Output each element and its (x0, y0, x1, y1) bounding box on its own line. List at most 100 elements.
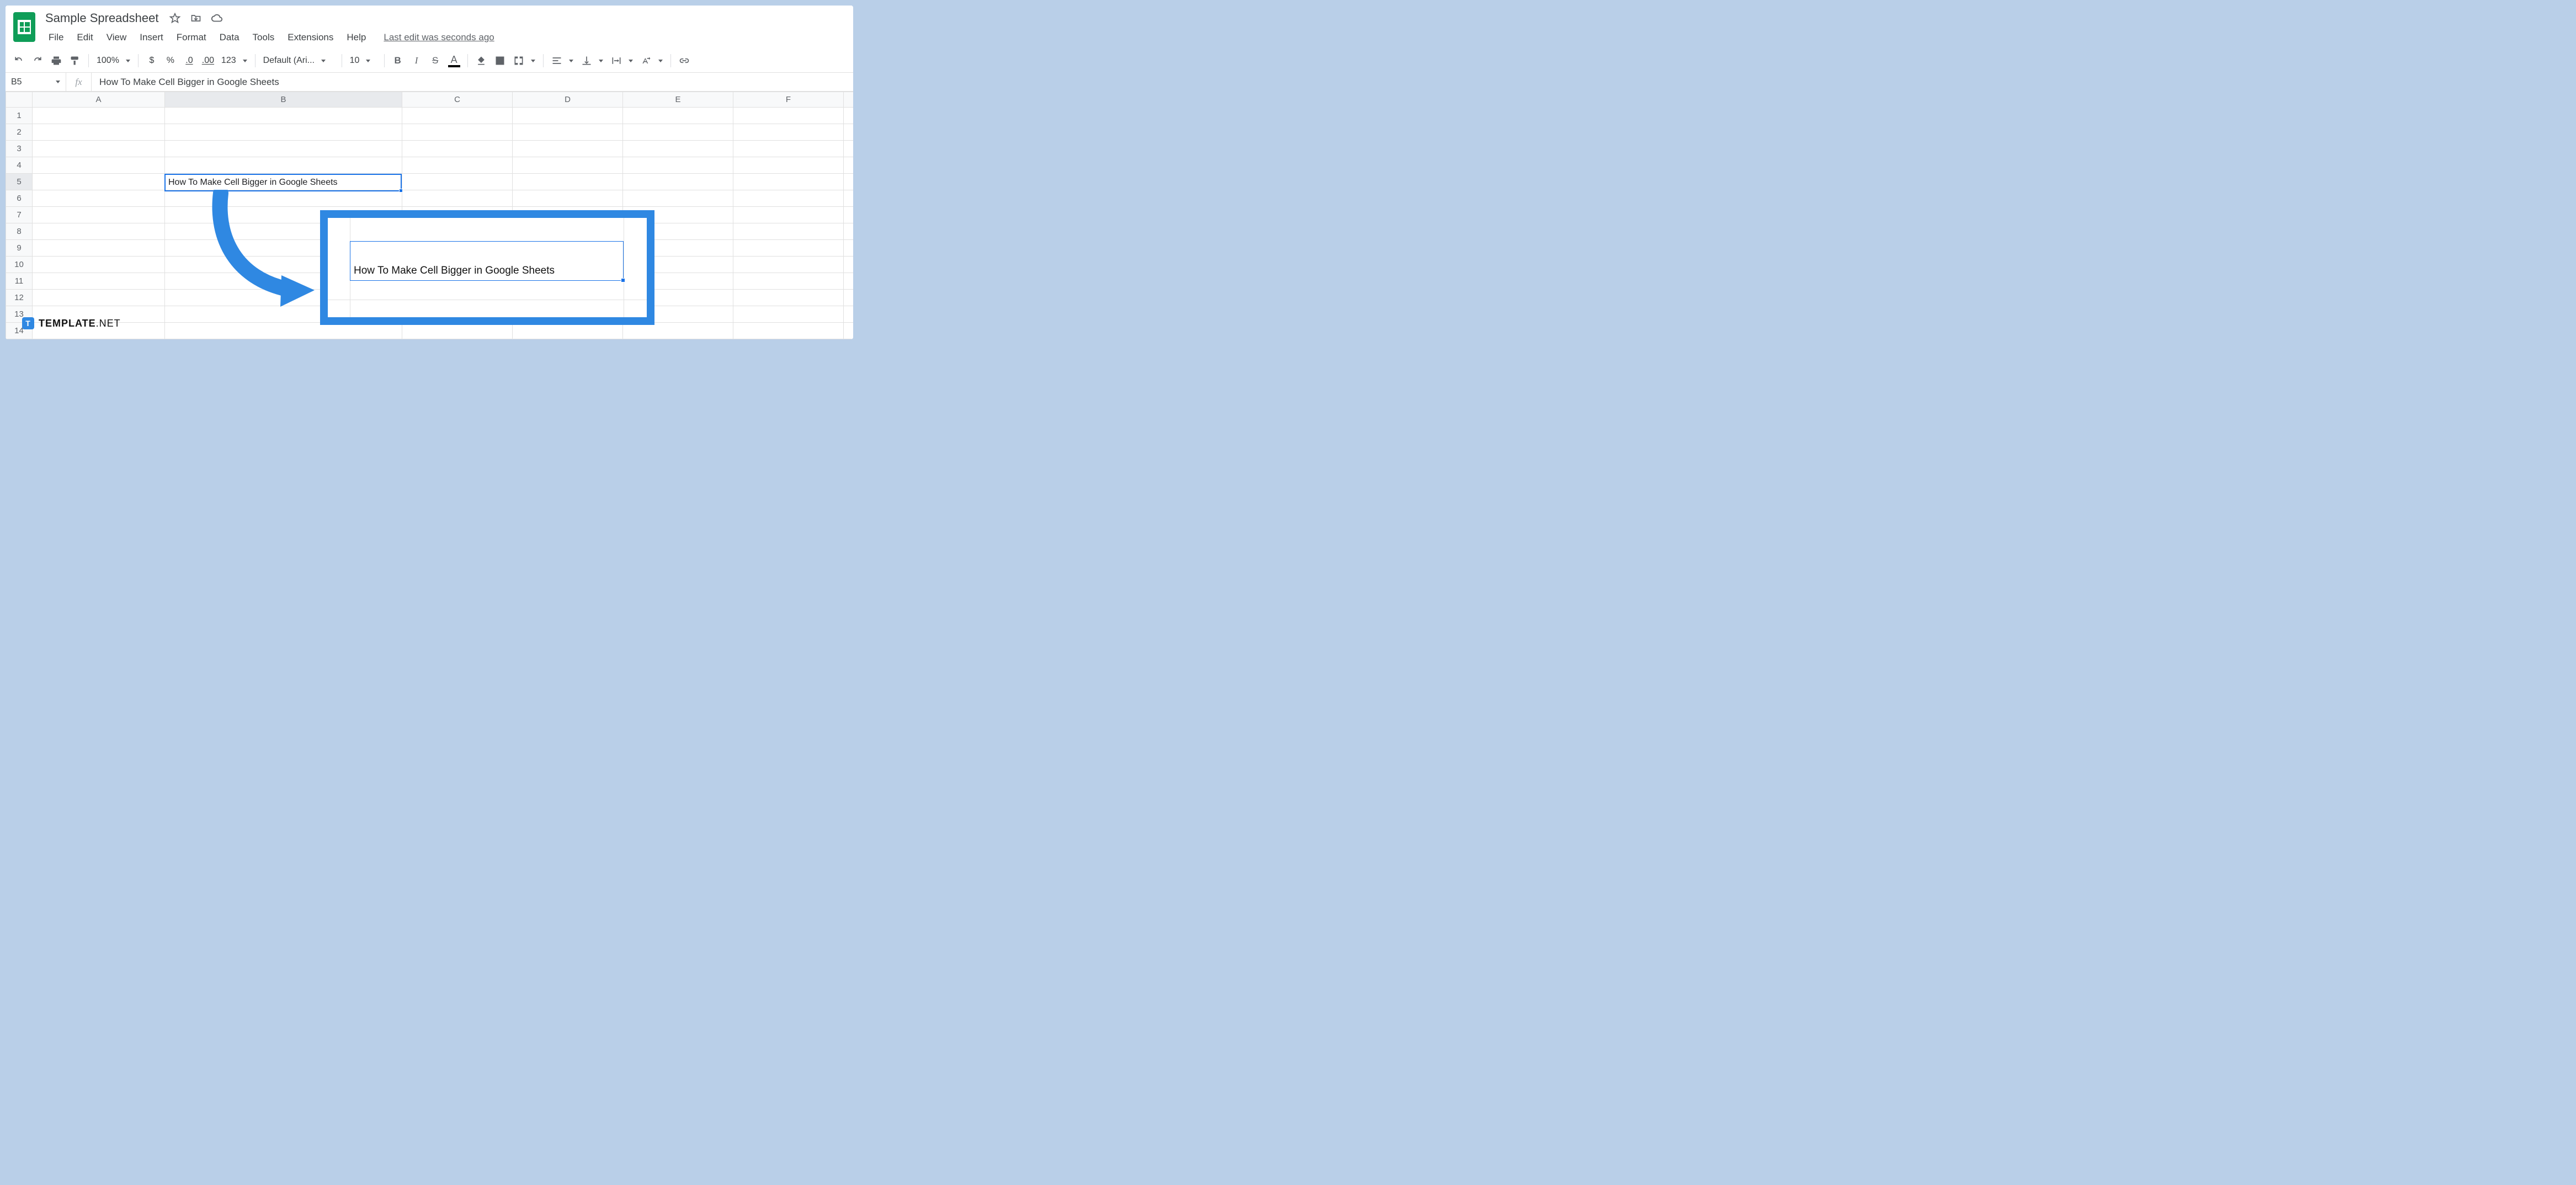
cell[interactable] (623, 190, 733, 207)
cell[interactable] (165, 190, 402, 207)
cell[interactable] (513, 323, 623, 339)
format-currency-button[interactable]: $ (143, 52, 161, 70)
column-header-A[interactable]: A (33, 92, 165, 108)
cell[interactable] (402, 141, 513, 157)
number-format-dropdown[interactable]: 123 (218, 56, 251, 66)
menu-edit[interactable]: Edit (71, 30, 98, 45)
cell[interactable] (165, 157, 402, 174)
cell[interactable] (402, 190, 513, 207)
cell[interactable] (513, 157, 623, 174)
strikethrough-button[interactable]: S (427, 52, 444, 70)
font-family-dropdown[interactable]: Default (Ari... (260, 56, 337, 66)
menu-file[interactable]: File (43, 30, 69, 45)
merge-cells-dropdown[interactable] (510, 55, 539, 66)
italic-button[interactable]: I (408, 52, 425, 70)
cell[interactable] (33, 157, 165, 174)
cell[interactable] (165, 124, 402, 141)
redo-button[interactable] (29, 52, 46, 70)
text-rotation-dropdown[interactable] (637, 55, 666, 66)
row-header-12[interactable]: 12 (6, 290, 33, 306)
cell[interactable] (33, 223, 165, 240)
cell[interactable] (733, 290, 844, 306)
spreadsheet-grid[interactable]: A B C D E F 1234567891011121314 How To M… (6, 92, 853, 339)
row-header-1[interactable]: 1 (6, 108, 33, 124)
column-header-B[interactable]: B (165, 92, 402, 108)
star-icon[interactable] (168, 12, 182, 25)
row-header-6[interactable]: 6 (6, 190, 33, 207)
row-header-3[interactable]: 3 (6, 141, 33, 157)
formula-input[interactable] (92, 73, 853, 91)
cell[interactable] (33, 273, 165, 290)
cell[interactable] (844, 223, 854, 240)
cell[interactable] (513, 174, 623, 190)
cell[interactable] (733, 273, 844, 290)
cell[interactable] (844, 306, 854, 323)
cell[interactable] (623, 141, 733, 157)
row-header-5[interactable]: 5 (6, 174, 33, 190)
cell[interactable] (733, 323, 844, 339)
cell[interactable] (402, 323, 513, 339)
cell[interactable] (733, 174, 844, 190)
cell[interactable] (33, 207, 165, 223)
cell[interactable] (733, 240, 844, 257)
fill-color-button[interactable] (472, 52, 490, 70)
row-header-8[interactable]: 8 (6, 223, 33, 240)
cell[interactable] (733, 257, 844, 273)
cell[interactable] (844, 174, 854, 190)
cell[interactable] (733, 157, 844, 174)
cell[interactable] (733, 207, 844, 223)
row-header-4[interactable]: 4 (6, 157, 33, 174)
cell[interactable] (33, 124, 165, 141)
cell[interactable] (733, 108, 844, 124)
cell[interactable] (844, 157, 854, 174)
move-to-folder-icon[interactable] (189, 12, 203, 25)
cell[interactable] (402, 108, 513, 124)
name-box[interactable]: B5 (6, 73, 66, 91)
cloud-status-icon[interactable] (210, 12, 223, 25)
document-title[interactable]: Sample Spreadsheet (43, 10, 161, 26)
column-header-E[interactable]: E (623, 92, 733, 108)
menu-extensions[interactable]: Extensions (282, 30, 339, 45)
row-header-7[interactable]: 7 (6, 207, 33, 223)
insert-link-button[interactable] (675, 52, 693, 70)
column-header-F[interactable]: F (733, 92, 844, 108)
cell[interactable] (513, 141, 623, 157)
cell[interactable] (165, 323, 402, 339)
undo-button[interactable] (10, 52, 28, 70)
cell[interactable] (513, 190, 623, 207)
cell[interactable] (623, 157, 733, 174)
column-header-D[interactable]: D (513, 92, 623, 108)
cell[interactable] (402, 124, 513, 141)
cell[interactable] (33, 190, 165, 207)
cell[interactable] (165, 108, 402, 124)
print-button[interactable] (47, 52, 65, 70)
cell[interactable] (623, 174, 733, 190)
borders-button[interactable] (491, 52, 509, 70)
menu-tools[interactable]: Tools (247, 30, 280, 45)
cell[interactable] (402, 157, 513, 174)
cell[interactable] (165, 141, 402, 157)
row-header-2[interactable]: 2 (6, 124, 33, 141)
decrease-decimal-button[interactable]: .0 (180, 52, 198, 70)
cell[interactable] (733, 306, 844, 323)
cell[interactable] (623, 323, 733, 339)
cell[interactable] (33, 257, 165, 273)
cell[interactable] (844, 290, 854, 306)
cell[interactable] (844, 323, 854, 339)
last-edit-link[interactable]: Last edit was seconds ago (384, 32, 494, 43)
cell[interactable] (844, 190, 854, 207)
row-header-10[interactable]: 10 (6, 257, 33, 273)
cell[interactable] (33, 174, 165, 190)
column-header-C[interactable]: C (402, 92, 513, 108)
cell[interactable] (33, 290, 165, 306)
menu-data[interactable]: Data (214, 30, 245, 45)
select-all-corner[interactable] (6, 92, 33, 108)
cell[interactable] (402, 174, 513, 190)
cell[interactable] (623, 124, 733, 141)
format-percent-button[interactable]: % (162, 52, 179, 70)
cell[interactable] (623, 108, 733, 124)
cell[interactable] (513, 124, 623, 141)
cell[interactable] (513, 108, 623, 124)
cell[interactable] (33, 141, 165, 157)
cell[interactable] (844, 141, 854, 157)
